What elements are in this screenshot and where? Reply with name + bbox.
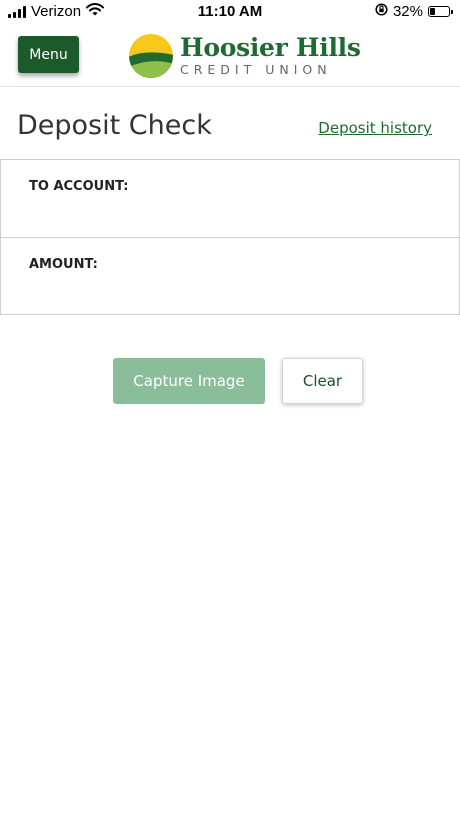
to-account-label: TO ACCOUNT: xyxy=(29,179,129,194)
amount-label: AMOUNT: xyxy=(29,257,98,272)
logo-text: Hoosier Hills CREDIT UNION xyxy=(180,32,361,78)
logo: Hoosier Hills CREDIT UNION xyxy=(128,32,361,80)
amount-field[interactable]: AMOUNT: xyxy=(0,237,460,315)
page-title: Deposit Check xyxy=(17,110,212,141)
logo-mark-icon xyxy=(129,34,173,78)
logo-name: Hoosier Hills xyxy=(180,32,361,62)
status-right: 32% xyxy=(375,3,453,20)
app-header: Menu Hoosier Hills CREDIT UNION xyxy=(0,24,460,87)
menu-button[interactable]: Menu xyxy=(18,36,79,73)
logo-subtitle: CREDIT UNION xyxy=(180,61,332,77)
deposit-history-link[interactable]: Deposit history xyxy=(318,119,432,137)
to-account-field[interactable]: TO ACCOUNT: xyxy=(0,159,460,238)
battery-icon xyxy=(428,6,453,17)
battery-fill xyxy=(430,8,436,15)
orientation-lock-icon xyxy=(375,3,388,20)
clear-button[interactable]: Clear xyxy=(282,358,363,404)
battery-percent: 32% xyxy=(392,3,423,20)
capture-image-button[interactable]: Capture Image xyxy=(113,358,265,404)
status-bar: Verizon 11:10 AM 32% xyxy=(0,0,460,24)
